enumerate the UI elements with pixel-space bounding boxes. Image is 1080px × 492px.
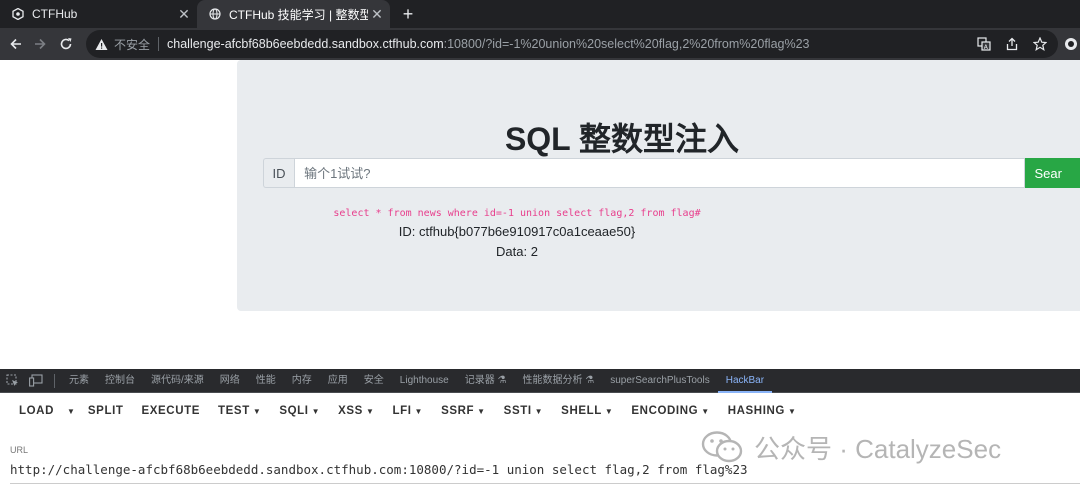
browser-toolbar: 不安全 challenge-afcbf68b6eebdedd.sandbox.c…	[0, 28, 1080, 60]
encoding-menu[interactable]: ENCODING ▼	[622, 393, 718, 429]
hashing-menu[interactable]: HASHING ▼	[719, 393, 806, 429]
security-label[interactable]: 不安全	[114, 36, 150, 53]
browser-tab-strip: CTFHub ✕ CTFHub 技能学习 | 整数型注入 ✕ +	[0, 0, 1080, 28]
lfi-menu-label: LFI	[392, 405, 412, 417]
wechat-logo-icon	[701, 431, 743, 463]
jumbotron: SQL 整数型注入 ID Sear select * from news whe…	[237, 60, 1080, 311]
ctfhub-favicon-icon	[12, 8, 24, 20]
web-page: SQL 整数型注入 ID Sear select * from news whe…	[0, 60, 1080, 369]
url-host: challenge-afcbf68b6eebdedd.sandbox.ctfhu…	[167, 37, 444, 51]
devtools-tab-hackbar[interactable]: HackBar	[717, 369, 773, 393]
search-button[interactable]: Sear	[1024, 158, 1080, 188]
result-id: ID: ctfhub{b077b6e910917c0a1ceaae50}	[398, 224, 636, 239]
devtools-tab[interactable]: 网络	[212, 369, 248, 393]
ssrf-menu-label: SSRF	[441, 405, 475, 417]
id-addon-label: ID	[263, 158, 295, 188]
chevron-down-icon: ▼	[534, 407, 544, 416]
xss-menu[interactable]: XSS ▼	[329, 393, 383, 429]
load-button[interactable]: LOAD	[10, 393, 63, 429]
bookmark-star-icon[interactable]	[1032, 36, 1048, 52]
tab-title: CTFHub 技能学习 | 整数型注入	[229, 7, 368, 22]
forward-arrow-icon[interactable]	[30, 34, 50, 54]
devtools-divider	[54, 373, 55, 388]
warning-icon[interactable]	[94, 37, 108, 51]
url-field[interactable]: http://challenge-afcbf68b6eebdedd.sandbo…	[10, 462, 748, 477]
chevron-down-icon: ▼	[477, 407, 486, 416]
execute-button[interactable]: EXECUTE	[133, 393, 210, 429]
lfi-menu[interactable]: LFI ▼	[383, 393, 432, 429]
url-field-underline	[10, 483, 1080, 484]
sqli-menu-label: SQLI	[279, 405, 309, 417]
chevron-down-icon: ▼	[604, 407, 614, 416]
back-arrow-icon[interactable]	[6, 34, 26, 54]
inspect-element-icon[interactable]	[0, 369, 24, 393]
url-field-label: URL	[10, 445, 29, 455]
load-dropdown-icon[interactable]: ▼	[63, 407, 79, 416]
split-button[interactable]: SPLIT	[79, 393, 133, 429]
ssti-menu[interactable]: SSTI ▼	[495, 393, 553, 429]
chevron-down-icon: ▼	[701, 407, 710, 416]
devtools-tab[interactable]: superSearchPlusTools	[602, 369, 718, 393]
tab-title: CTFHub	[32, 7, 78, 21]
device-toolbar-icon[interactable]	[24, 369, 48, 393]
reload-icon[interactable]	[56, 34, 76, 54]
xss-menu-label: XSS	[338, 405, 363, 417]
translate-icon[interactable]: A	[976, 36, 992, 52]
devtools-tab[interactable]: 性能数据分析 ⚗	[514, 369, 602, 393]
ssrf-menu[interactable]: SSRF ▼	[432, 393, 495, 429]
shell-menu[interactable]: SHELL ▼	[552, 393, 622, 429]
ssti-menu-label: SSTI	[503, 405, 532, 417]
devtools-tab[interactable]: Lighthouse	[392, 369, 457, 393]
chevron-down-icon: ▼	[414, 407, 424, 416]
wechat-watermark: 公众号 · CatalyzeSec	[700, 427, 1001, 467]
devtools-tab[interactable]: 元素	[61, 369, 97, 393]
page-title: SQL 整数型注入	[504, 121, 740, 157]
sql-query-text: select * from news where id=-1 union sel…	[333, 208, 701, 219]
hashing-menu-label: HASHING	[727, 405, 785, 417]
id-input[interactable]	[294, 158, 1025, 188]
test-menu-label: TEST	[218, 405, 250, 417]
close-tab-icon[interactable]: ✕	[175, 5, 193, 23]
sqli-menu[interactable]: SQLI ▼	[270, 393, 329, 429]
encoding-menu-label: ENCODING	[631, 405, 699, 417]
hackbar-menu: LOAD ▼ SPLIT EXECUTE TEST ▼ SQLI ▼ XSS ▼ LF…	[0, 393, 1080, 429]
url-path: :10800/?id=-1%20union%20select%20flag,2%…	[443, 37, 810, 51]
address-divider	[158, 37, 160, 51]
chevron-down-icon: ▼	[365, 407, 375, 416]
address-bar[interactable]: 不安全 challenge-afcbf68b6eebdedd.sandbox.c…	[86, 30, 1058, 58]
test-menu[interactable]: TEST ▼	[209, 393, 270, 429]
chevron-down-icon: ▼	[787, 407, 797, 416]
globe-icon	[209, 8, 221, 20]
browser-tab-active[interactable]: CTFHub 技能学习 | 整数型注入 ✕	[197, 0, 390, 28]
devtools-tab[interactable]: 记录器 ⚗	[457, 369, 515, 393]
devtools-tab[interactable]: 内存	[284, 369, 320, 393]
browser-tab-ctfhub[interactable]: CTFHub ✕	[0, 0, 197, 28]
devtools-tab[interactable]: 性能	[248, 369, 284, 393]
devtools-tab-bar: 元素 控制台 源代码/来源 网络 性能 内存 应用 安全 Lighthouse …	[0, 369, 1080, 393]
result-data: Data: 2	[496, 244, 538, 259]
new-tab-button[interactable]: +	[398, 4, 418, 24]
watermark-text: 公众号 · CatalyzeSec	[754, 433, 1002, 464]
close-tab-icon[interactable]: ✕	[368, 5, 386, 23]
devtools-tab[interactable]: 安全	[356, 369, 392, 393]
search-form: ID Sear	[263, 158, 1080, 188]
devtools-tab[interactable]: 应用	[320, 369, 356, 393]
query-results: select * from news where id=-1 union sel…	[0, 206, 1080, 262]
chevron-down-icon: ▼	[311, 407, 321, 416]
extension-icon[interactable]	[1063, 36, 1079, 52]
devtools-tab[interactable]: 控制台	[97, 369, 143, 393]
shell-menu-label: SHELL	[561, 405, 602, 417]
share-icon[interactable]	[1004, 36, 1020, 52]
devtools-tab[interactable]: 源代码/来源	[143, 369, 212, 393]
chevron-down-icon: ▼	[252, 407, 262, 416]
